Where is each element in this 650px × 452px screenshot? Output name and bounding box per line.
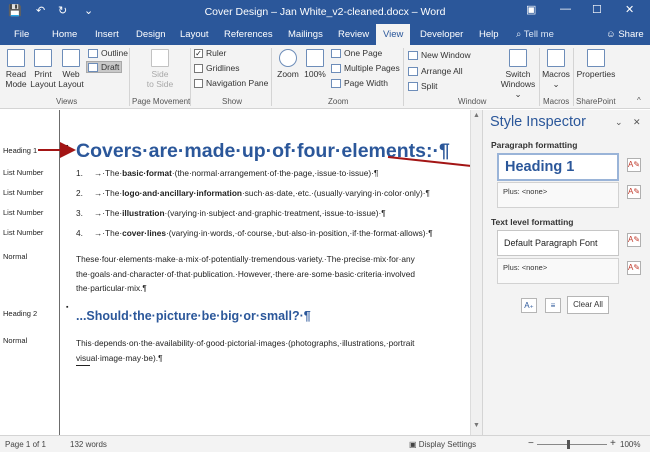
clear-paragraph-formatting-icon[interactable]: A✎ <box>627 185 641 199</box>
pane-close-icon[interactable]: ✕ <box>633 117 641 128</box>
text-plus-box[interactable]: Plus: <none> <box>497 258 619 284</box>
clear-paragraph-style-icon[interactable]: A✎ <box>627 158 641 172</box>
pane-options-icon[interactable]: ⌄ <box>615 117 623 128</box>
text-level-formatting-label: Text level formatting <box>491 217 574 227</box>
page-count[interactable]: Page 1 of 1 <box>5 440 46 449</box>
clear-character-style-icon[interactable]: A✎ <box>627 233 641 247</box>
paragraph-plus-box[interactable]: Plus: <none> <box>497 182 619 208</box>
inspector-title: Style Inspector <box>490 114 586 130</box>
zoom-in-button[interactable]: + <box>610 438 616 449</box>
vertical-scrollbar[interactable]: ▲ ▼ <box>470 110 482 435</box>
clear-all-button[interactable]: Clear All <box>567 296 609 314</box>
scroll-up-icon[interactable]: ▲ <box>473 112 480 119</box>
word-count[interactable]: 132 words <box>70 440 107 449</box>
text-style-box[interactable]: Default Paragraph Font <box>497 230 619 256</box>
new-style-button[interactable]: A₊ <box>521 298 537 313</box>
zoom-slider-thumb[interactable] <box>567 440 570 449</box>
paragraph-formatting-label: Paragraph formatting <box>491 140 578 150</box>
zoom-out-button[interactable]: − <box>528 438 534 449</box>
reveal-formatting-button[interactable]: ≡ <box>545 298 561 313</box>
clear-character-formatting-icon[interactable]: A✎ <box>627 261 641 275</box>
status-bar: Page 1 of 1 132 words ▣ Display Settings… <box>0 435 650 452</box>
zoom-slider-track[interactable] <box>537 444 607 445</box>
style-inspector-pane: Style Inspector ⌄ ✕ Paragraph formatting… <box>482 110 650 435</box>
zoom-level[interactable]: 100% <box>620 440 640 449</box>
scroll-down-icon[interactable]: ▼ <box>473 422 480 429</box>
display-settings-button[interactable]: ▣ Display Settings <box>409 440 476 449</box>
paragraph-style-box[interactable]: Heading 1 <box>497 153 619 181</box>
